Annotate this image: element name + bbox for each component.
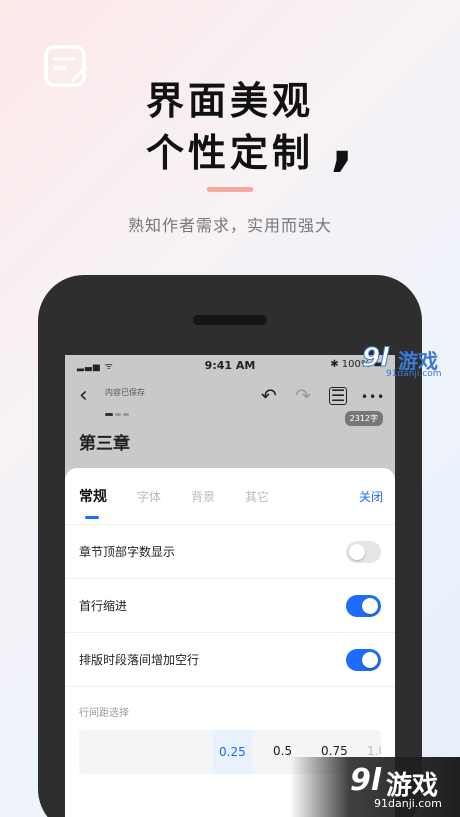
setting-label: 排版时段落间增加空行	[79, 653, 200, 667]
redo-icon[interactable]: ↷	[295, 385, 311, 407]
more-icon[interactable]: •••	[361, 390, 385, 404]
phone-speaker	[193, 315, 267, 325]
line-spacing-label: 行间距选择	[79, 708, 129, 719]
hero-subtitle: 熟知作者需求，实用而强大	[127, 216, 332, 235]
spacing-option-0.75[interactable]: 0.75	[321, 744, 348, 758]
tab-general[interactable]: 常规	[79, 486, 107, 506]
setting-label: 首行缩进	[79, 599, 128, 613]
headline-line2: 个性定制	[145, 131, 314, 175]
watermark-logo-top: 9l 游戏 91danji.com	[361, 343, 454, 383]
tab-font[interactable]: 字体	[137, 488, 161, 505]
headline-line1: 界面美观	[145, 79, 314, 123]
undo-icon[interactable]: ↶	[261, 385, 277, 407]
status-bar: ▂▃▅ ᯤ 9:41 AM ✱ 100% ▬	[65, 355, 395, 377]
close-button[interactable]: 关闭	[359, 488, 383, 505]
setting-row-paragraph-spacing: 排版时段落间增加空行	[65, 632, 395, 685]
settings-tabs: 常规 字体 背景 其它 关闭	[65, 468, 395, 523]
phone-screen: ▂▃▅ ᯤ 9:41 AM ✱ 100% ▬ ‹ 内容已保存 ↶ ↷ ☰ •••…	[65, 355, 395, 817]
watermark-logo-bottom: 9l 游戏 91danji.com	[290, 757, 460, 817]
back-arrow-icon[interactable]: ‹	[79, 383, 88, 408]
editor-toolbar: ‹ 内容已保存 ↶ ↷ ☰ •••	[65, 381, 395, 417]
tab-background[interactable]: 背景	[191, 488, 215, 505]
accent-divider	[207, 187, 253, 192]
setting-row-chapter-wordcount: 章节顶部字数显示	[65, 524, 395, 577]
setting-row-first-line-indent: 首行缩进	[65, 578, 395, 631]
page-indicator	[105, 401, 135, 416]
tab-other[interactable]: 其它	[245, 488, 269, 505]
saved-status: 内容已保存	[105, 388, 145, 397]
watermark-url: 91danji.com	[386, 369, 442, 379]
first-line-indent-toggle[interactable]	[346, 595, 381, 617]
watermark-url: 91danji.com	[374, 797, 442, 810]
chapter-wordcount-toggle[interactable]	[346, 541, 381, 563]
spacing-option-0.5[interactable]: 0.5	[273, 744, 292, 758]
active-tab-indicator	[85, 516, 99, 519]
spacing-option-1.0[interactable]: 1.0	[367, 744, 381, 758]
watermark-logo-icon: 9l	[361, 343, 390, 374]
word-count-badge: 2312字	[344, 411, 383, 426]
chapter-title[interactable]: 第三章	[79, 429, 130, 454]
paragraph-spacing-toggle[interactable]	[346, 649, 381, 671]
setting-label: 章节顶部字数显示	[79, 545, 176, 559]
watermark-logo-icon: 9l	[350, 763, 382, 798]
divider	[65, 686, 395, 687]
spacing-option-0.25[interactable]: 0.25	[213, 730, 252, 774]
format-icon[interactable]: ☰	[329, 387, 347, 405]
quote-mark-icon: ,	[330, 105, 355, 179]
